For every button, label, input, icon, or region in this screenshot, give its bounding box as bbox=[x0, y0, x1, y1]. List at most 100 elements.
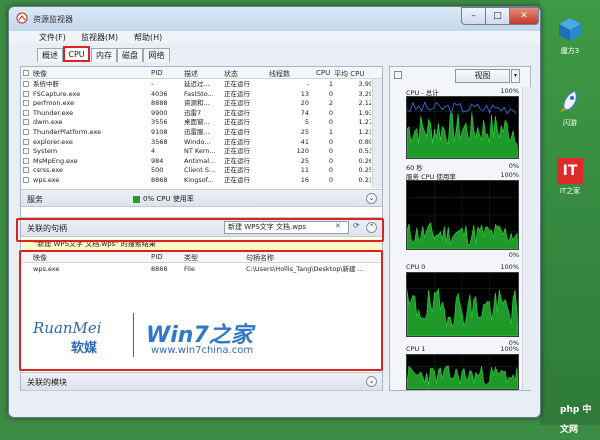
process-row[interactable]: wps.exe 8868 Kingsof... 正在运行 16 0 0.21 bbox=[21, 176, 371, 185]
process-row[interactable]: explorer.exe 3568 Windo... 正在运行 41 0 0.89 bbox=[21, 138, 371, 147]
menu-monitor[interactable]: 监视器(M) bbox=[81, 32, 118, 43]
process-checkbox[interactable] bbox=[23, 138, 29, 145]
process-cell: 20 bbox=[300, 99, 309, 108]
view-button[interactable]: 视图 bbox=[455, 69, 510, 83]
process-checkbox[interactable] bbox=[23, 109, 29, 116]
process-cell: - bbox=[151, 80, 154, 88]
process-row[interactable]: Thunder.exe 9900 迅雷7 正在运行 74 0 1.93 bbox=[21, 109, 371, 118]
process-scrollbar[interactable] bbox=[372, 79, 382, 188]
select-all-checkbox[interactable] bbox=[23, 70, 29, 76]
process-cell: 正在运行 bbox=[224, 89, 250, 98]
process-row[interactable]: perfmon.exe 8888 资源和... 正在运行 20 2 2.12 bbox=[21, 99, 371, 108]
process-cell: 25 bbox=[300, 156, 309, 165]
process-cell: 1.93 bbox=[358, 108, 371, 117]
process-cell: 0.26 bbox=[358, 156, 371, 165]
process-checkbox[interactable] bbox=[23, 90, 29, 97]
col-description[interactable]: 描述 bbox=[184, 69, 198, 79]
process-row[interactable]: FSCapture.exe 4036 FastSto... 正在运行 13 0 3.29 bbox=[21, 90, 371, 99]
tab-disk[interactable]: 磁盘 bbox=[117, 48, 143, 62]
pane-toggle-icon[interactable] bbox=[394, 71, 402, 79]
rocket-icon bbox=[560, 90, 577, 112]
tab-cpu[interactable]: CPU bbox=[63, 46, 90, 62]
modules-section-header[interactable]: 关联的模块 ⌄ bbox=[21, 372, 382, 391]
tab-network[interactable]: 网络 bbox=[143, 48, 170, 62]
process-cell: Client S... bbox=[184, 166, 216, 175]
close-icon: ✕ bbox=[520, 11, 528, 21]
menu-file[interactable]: 文件(F) bbox=[39, 32, 66, 43]
graph-max: 100% bbox=[500, 87, 519, 95]
process-checkbox[interactable] bbox=[23, 157, 29, 164]
process-checkbox[interactable] bbox=[23, 148, 29, 155]
graph-cpu-total bbox=[406, 96, 519, 159]
process-cell: System bbox=[33, 147, 58, 156]
process-cell: 正在运行 bbox=[224, 128, 250, 136]
process-row[interactable]: MsMpEng.exe 984 Antimal... 正在运行 25 0 0.26 bbox=[21, 157, 371, 166]
process-cell: csrss.exe bbox=[33, 166, 64, 175]
title-bar[interactable]: 资源监视器 – □ ✕ bbox=[9, 7, 540, 31]
process-cell: 迅雷7 bbox=[184, 108, 202, 117]
process-cell: NT Kern... bbox=[184, 147, 216, 156]
col-pid[interactable]: PID bbox=[151, 69, 163, 77]
process-cell: 正在运行 bbox=[224, 166, 250, 175]
process-cell: 41 bbox=[300, 137, 309, 146]
close-button[interactable]: ✕ bbox=[509, 7, 539, 25]
process-checkbox[interactable] bbox=[23, 167, 29, 174]
graphs-scrollbar[interactable] bbox=[522, 87, 531, 390]
process-cell: 3568 bbox=[151, 137, 168, 146]
process-cell: 迅雷服... bbox=[184, 128, 210, 136]
process-checkbox[interactable] bbox=[23, 119, 29, 126]
process-checkbox[interactable] bbox=[23, 177, 29, 183]
window-title: 资源监视器 bbox=[33, 15, 73, 24]
process-cell: 3.99 bbox=[358, 80, 371, 88]
process-row[interactable]: System 4 NT Kern... 正在运行 120 0 0.53 bbox=[21, 147, 371, 156]
services-cpu-usage: 0% CPU 使用率 bbox=[143, 195, 194, 203]
app-icon bbox=[16, 12, 28, 24]
modules-expand-button[interactable]: ⌄ bbox=[366, 376, 377, 387]
minimize-button[interactable]: – bbox=[461, 7, 486, 25]
process-cell: 0.89 bbox=[358, 137, 371, 146]
process-cell: 9900 bbox=[151, 108, 168, 117]
desktop-icon-shanyou[interactable]: 闪游 bbox=[545, 88, 595, 128]
process-cell: 1.27 bbox=[358, 118, 371, 127]
process-cell: 0.53 bbox=[358, 147, 371, 156]
desktop-background bbox=[540, 0, 600, 425]
menu-bar: 文件(F) 监视器(M) 帮助(H) bbox=[9, 31, 540, 43]
process-cell: - bbox=[306, 80, 309, 88]
process-checkbox[interactable] bbox=[23, 100, 29, 107]
cube-icon bbox=[559, 18, 581, 41]
process-row[interactable]: ThunderPlatform.exe 9108 迅雷服... 正在运行 25 1 1.21 bbox=[21, 128, 371, 137]
desktop-icon-ithome[interactable]: IT IT之家 bbox=[545, 158, 595, 196]
process-row[interactable]: dwm.exe 3556 桌面窗... 正在运行 5 0 1.27 bbox=[21, 118, 371, 127]
process-cell: 正在运行 bbox=[224, 99, 250, 108]
process-cell: perfmon.exe bbox=[33, 99, 75, 108]
process-cell: dwm.exe bbox=[33, 118, 63, 127]
process-row[interactable]: 系统中断 - 延迟过... 正在运行 - 1 3.99 bbox=[21, 80, 371, 89]
col-status[interactable]: 状态 bbox=[224, 69, 238, 79]
process-cell: 正在运行 bbox=[224, 147, 250, 156]
process-cell: 0.21 bbox=[358, 176, 371, 184]
tab-memory[interactable]: 内存 bbox=[91, 48, 117, 62]
process-checkbox[interactable] bbox=[23, 129, 29, 135]
view-dropdown-icon[interactable]: ▾ bbox=[511, 69, 520, 83]
col-image[interactable]: 映像 bbox=[33, 69, 47, 79]
services-section-header[interactable]: 服务 0% CPU 使用率 ⌄ bbox=[21, 189, 382, 207]
process-cell: 正在运行 bbox=[224, 137, 250, 146]
menu-help[interactable]: 帮助(H) bbox=[134, 32, 162, 43]
graph-cpu0 bbox=[406, 272, 519, 337]
cpu-usage-swatch bbox=[133, 196, 140, 203]
col-threads[interactable]: 线程数 bbox=[269, 69, 290, 79]
process-cell: 0 bbox=[328, 137, 333, 146]
tab-overview[interactable]: 概述 bbox=[37, 48, 63, 62]
col-cpu[interactable]: CPU bbox=[316, 69, 330, 77]
process-cell: 正在运行 bbox=[224, 176, 250, 184]
maximize-button[interactable]: □ bbox=[485, 7, 510, 25]
process-cell: 0.25 bbox=[358, 166, 371, 175]
col-avg-cpu[interactable]: 平均 CPU bbox=[334, 69, 364, 79]
tab-strip: 概述 CPU 内存 磁盘 网络 bbox=[9, 44, 540, 62]
services-expand-button[interactable]: ⌄ bbox=[366, 193, 377, 204]
process-row[interactable]: csrss.exe 500 Client S... 正在运行 11 0 0.25 bbox=[21, 166, 371, 175]
process-cell: explorer.exe bbox=[33, 137, 73, 146]
desktop-icon-mofang[interactable]: 魔方3 bbox=[545, 16, 595, 56]
process-cell: 16 bbox=[300, 176, 309, 184]
process-checkbox[interactable] bbox=[23, 81, 29, 87]
